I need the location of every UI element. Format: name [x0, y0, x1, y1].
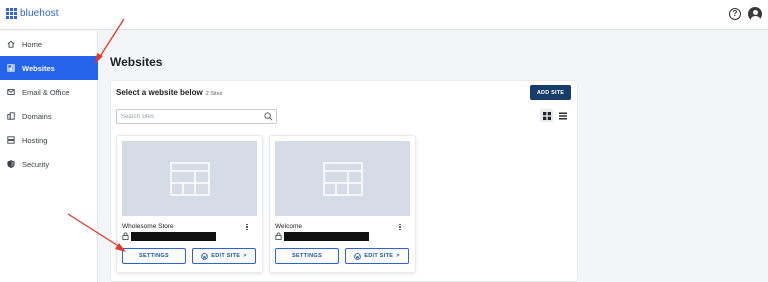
grid-view-icon [542, 111, 551, 120]
site-url-redacted [284, 232, 369, 241]
panel-heading-text: Select a website below [116, 88, 203, 97]
shield-icon [7, 160, 15, 168]
sidebar-item-label: Home [22, 39, 43, 49]
sidebar-item-label: Websites [22, 63, 55, 73]
sidebar-item-email-office[interactable]: Email & Office [0, 80, 98, 104]
home-icon [7, 40, 15, 48]
bluehost-logo[interactable]: bluehost [6, 8, 59, 19]
logo-grid-icon [6, 8, 17, 19]
site-card: Wholesome Store SETTINGS EDIT SITE > [116, 135, 263, 273]
sidebar-item-websites[interactable]: Websites [0, 56, 98, 80]
websites-panel: Select a website below2 Sites ADD SITE W… [110, 80, 578, 282]
site-thumbnail[interactable] [122, 141, 257, 216]
annotation-arrow-websites [95, 18, 125, 64]
wordpress-icon [201, 252, 209, 260]
sidebar-item-label: Domains [22, 111, 52, 121]
sidebar-item-hosting[interactable]: Hosting [0, 128, 98, 152]
search-icon[interactable] [264, 112, 273, 121]
add-site-button[interactable]: ADD SITE [530, 85, 571, 100]
edit-site-label: EDIT SITE [211, 253, 241, 259]
annotation-arrow-settings [67, 213, 126, 252]
site-placeholder-icon [169, 161, 210, 196]
site-count: 2 Sites [205, 91, 223, 97]
search-box [116, 109, 277, 124]
site-thumbnail[interactable] [275, 141, 410, 216]
edit-site-button[interactable]: EDIT SITE > [192, 248, 256, 264]
list-view-button[interactable] [556, 109, 569, 122]
logo-text: bluehost [20, 8, 59, 19]
more-options-icon[interactable] [396, 222, 404, 232]
sidebar-item-label: Email & Office [22, 87, 70, 97]
edit-site-label: EDIT SITE [364, 253, 394, 259]
wordpress-icon [354, 252, 362, 260]
sidebar-item-home[interactable]: Home [0, 32, 98, 56]
websites-grid-icon [7, 64, 15, 72]
site-placeholder-icon [322, 161, 363, 196]
site-url-redacted [131, 232, 216, 241]
grid-view-button[interactable] [540, 109, 553, 122]
sidebar-item-label: Hosting [22, 135, 48, 145]
site-card: Welcome SETTINGS EDIT SITE > [269, 135, 416, 273]
domains-icon [7, 112, 15, 120]
site-name: Welcome [275, 223, 302, 230]
server-icon [7, 136, 15, 144]
settings-button[interactable]: SETTINGS [122, 248, 186, 264]
more-options-icon[interactable] [243, 222, 251, 232]
sidebar-item-security[interactable]: Security [0, 152, 98, 176]
sidebar-item-label: Security [22, 159, 50, 169]
search-input[interactable] [117, 110, 257, 123]
chevron-right-icon: > [243, 253, 247, 259]
settings-button[interactable]: SETTINGS [275, 248, 339, 264]
panel-heading: Select a website below 2 Sites [116, 88, 223, 97]
chevron-right-icon: > [396, 253, 400, 259]
question-circle-icon[interactable]: ? [729, 8, 741, 20]
user-avatar-icon[interactable] [748, 7, 762, 21]
sidebar-item-domains[interactable]: Domains [0, 104, 98, 128]
list-view-icon [558, 112, 567, 119]
envelope-icon [7, 89, 15, 95]
edit-site-button[interactable]: EDIT SITE > [345, 248, 409, 264]
lock-icon [275, 232, 282, 240]
